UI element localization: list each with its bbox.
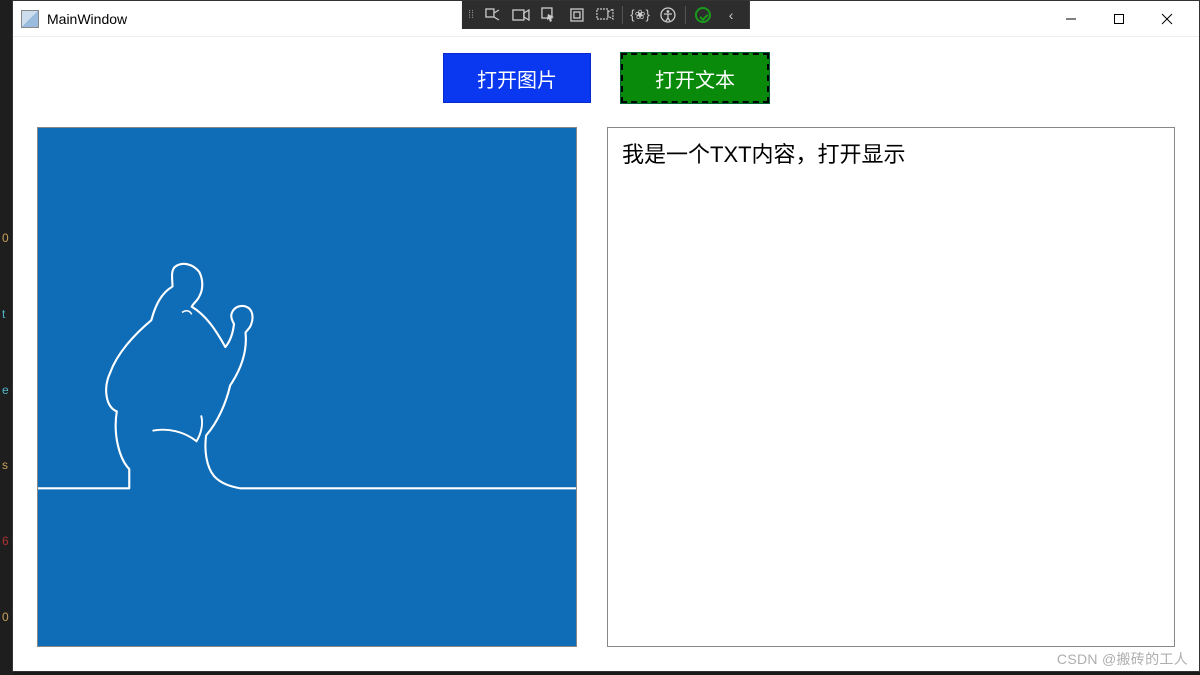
debug-toolbar: ⁞⁞ {❀} ‹	[462, 1, 750, 29]
toolbar-separator	[622, 6, 623, 24]
titlebar[interactable]: MainWindow ⁞⁞ {❀} ‹	[13, 1, 1199, 37]
accessibility-icon[interactable]	[655, 3, 681, 27]
text-display-panel: 我是一个TXT内容，打开显示	[607, 127, 1175, 647]
collapse-chevron-icon[interactable]: ‹	[718, 3, 744, 27]
layout-adorners-icon[interactable]	[564, 3, 590, 27]
line-art-person-icon	[38, 128, 576, 608]
button-row: 打开图片 打开文本	[37, 53, 1175, 103]
toolbar-separator	[685, 6, 686, 24]
maximize-button[interactable]	[1095, 3, 1143, 35]
main-window: MainWindow ⁞⁞ {❀} ‹ 打开图片 打开文本	[12, 0, 1200, 672]
content-area: 打开图片 打开文本 我是一个TXT内容，打开显示	[13, 37, 1199, 671]
toolbar-grip-icon[interactable]: ⁞⁞	[468, 9, 474, 21]
open-image-button[interactable]: 打开图片	[443, 53, 591, 103]
hot-reload-icon[interactable]	[592, 3, 618, 27]
window-controls	[1047, 3, 1191, 35]
watermark-text: CSDN @搬砖的工人	[1057, 649, 1188, 669]
inspect-braces-icon[interactable]: {❀}	[627, 3, 653, 27]
live-visual-tree-icon[interactable]	[480, 3, 506, 27]
minimize-button[interactable]	[1047, 3, 1095, 35]
image-display-panel	[37, 127, 577, 647]
text-content: 我是一个TXT内容，打开显示	[622, 140, 1160, 171]
close-button[interactable]	[1143, 3, 1191, 35]
pass-check-icon[interactable]	[690, 3, 716, 27]
panels-row: 我是一个TXT内容，打开显示	[37, 127, 1175, 647]
app-icon	[21, 10, 39, 28]
window-title: MainWindow	[47, 11, 127, 27]
open-text-button[interactable]: 打开文本	[621, 53, 769, 103]
select-element-icon[interactable]	[536, 3, 562, 27]
camera-icon[interactable]	[508, 3, 534, 27]
